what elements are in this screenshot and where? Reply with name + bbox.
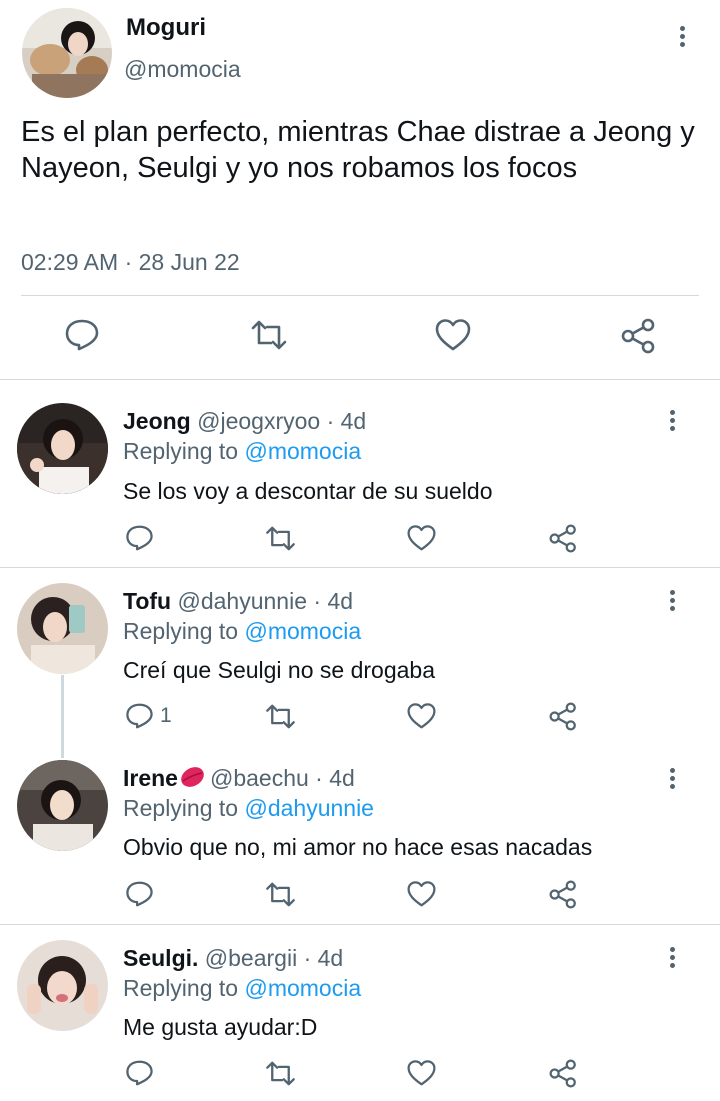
reply-time: · 4d (307, 588, 354, 614)
retweet-icon[interactable] (264, 882, 297, 907)
avatar[interactable] (17, 403, 108, 494)
reply-time: · 4d (320, 408, 367, 434)
reply-display-name[interactable]: Irene (123, 765, 178, 791)
reply-icon[interactable] (125, 524, 154, 552)
replying-to: Replying to @momocia (123, 618, 361, 645)
author-handle[interactable]: @momocia (124, 56, 241, 83)
share-icon[interactable] (549, 524, 578, 553)
more-options-icon[interactable] (670, 410, 678, 434)
author-display-name[interactable]: Moguri (126, 14, 206, 42)
share-icon[interactable] (549, 702, 578, 731)
replying-to-mention[interactable]: @momocia (244, 438, 361, 464)
reply-tweet[interactable]: Tofu @dahyunnie · 4d Replying to @momoci… (0, 568, 720, 746)
reply-handle[interactable]: @beargii (205, 945, 297, 971)
replying-to: Replying to @dahyunnie (123, 795, 374, 822)
share-icon[interactable] (549, 1059, 578, 1088)
reply-icon[interactable] (64, 318, 100, 352)
reply-display-name[interactable]: Jeong (123, 408, 191, 434)
retweet-icon[interactable] (264, 704, 297, 729)
replying-to-label: Replying to (123, 618, 245, 644)
avatar[interactable] (22, 8, 112, 98)
like-icon[interactable] (407, 1059, 436, 1087)
more-options-icon[interactable] (670, 768, 678, 792)
reply-text: Obvio que no, mi amor no hace esas nacad… (123, 834, 593, 860)
reply-icon[interactable]: 1 (125, 702, 172, 730)
reply-icon[interactable] (125, 880, 154, 908)
reply-handle[interactable]: @dahyunnie (178, 588, 308, 614)
retweet-icon[interactable] (264, 1061, 297, 1086)
replying-to-mention[interactable]: @momocia (244, 618, 361, 644)
tweet-text: Es el plan perfecto, mientras Chae distr… (21, 116, 695, 184)
reply-handle[interactable]: @baechu (210, 765, 309, 791)
share-icon[interactable] (549, 880, 578, 909)
more-options-icon[interactable] (680, 26, 688, 50)
reply-handle[interactable]: @jeogxryoo (197, 408, 320, 434)
reply-display-name[interactable]: Tofu (123, 588, 171, 614)
main-tweet: Moguri @momocia Es el plan perfecto, mie… (0, 0, 720, 380)
reply-display-name[interactable]: Seulgi. (123, 945, 198, 971)
replying-to-label: Replying to (123, 795, 245, 821)
tweet-timestamp[interactable]: 02:29 AM · 28 Jun 22 (21, 249, 240, 276)
reply-tweet[interactable]: Jeong @jeogxryoo · 4d Replying to @momoc… (0, 380, 720, 567)
replying-to: Replying to @momocia (123, 975, 361, 1002)
like-icon[interactable] (407, 880, 436, 908)
retweet-icon[interactable] (264, 526, 297, 551)
like-icon[interactable] (435, 318, 471, 352)
divider (21, 295, 699, 296)
reply-header: Irene @baechu · 4d (123, 765, 355, 795)
replying-to-mention[interactable]: @momocia (244, 975, 361, 1001)
reply-tweet[interactable]: Irene @baechu · 4d Replying to @dahyunnie… (0, 746, 720, 924)
avatar[interactable] (17, 940, 108, 1031)
reply-header: Jeong @jeogxryoo · 4d (123, 408, 366, 435)
reply-header: Seulgi. @beargii · 4d (123, 945, 343, 972)
reply-time: · 4d (297, 945, 344, 971)
retweet-icon[interactable] (249, 320, 289, 350)
reply-count: 1 (160, 704, 172, 727)
reply-icon[interactable] (125, 1059, 154, 1087)
reply-tweet[interactable]: Seulgi. @beargii · 4d Replying to @momoc… (0, 925, 720, 1101)
more-options-icon[interactable] (670, 947, 678, 971)
like-icon[interactable] (407, 524, 436, 552)
like-icon[interactable] (407, 702, 436, 730)
replying-to: Replying to @momocia (123, 438, 361, 465)
replying-to-label: Replying to (123, 438, 245, 464)
lips-kiss-icon (179, 765, 206, 795)
avatar[interactable] (17, 760, 108, 851)
reply-text: Creí que Seulgi no se drogaba (123, 657, 435, 683)
replying-to-mention[interactable]: @dahyunnie (244, 795, 374, 821)
replying-to-label: Replying to (123, 975, 245, 1001)
reply-header: Tofu @dahyunnie · 4d (123, 588, 353, 615)
reply-time: · 4d (308, 765, 355, 791)
tweet-actions (0, 312, 720, 362)
share-icon[interactable] (621, 318, 657, 354)
reply-text: Se los voy a descontar de su sueldo (123, 478, 493, 504)
avatar[interactable] (17, 583, 108, 674)
more-options-icon[interactable] (670, 590, 678, 614)
reply-text: Me gusta ayudar:D (123, 1014, 318, 1040)
